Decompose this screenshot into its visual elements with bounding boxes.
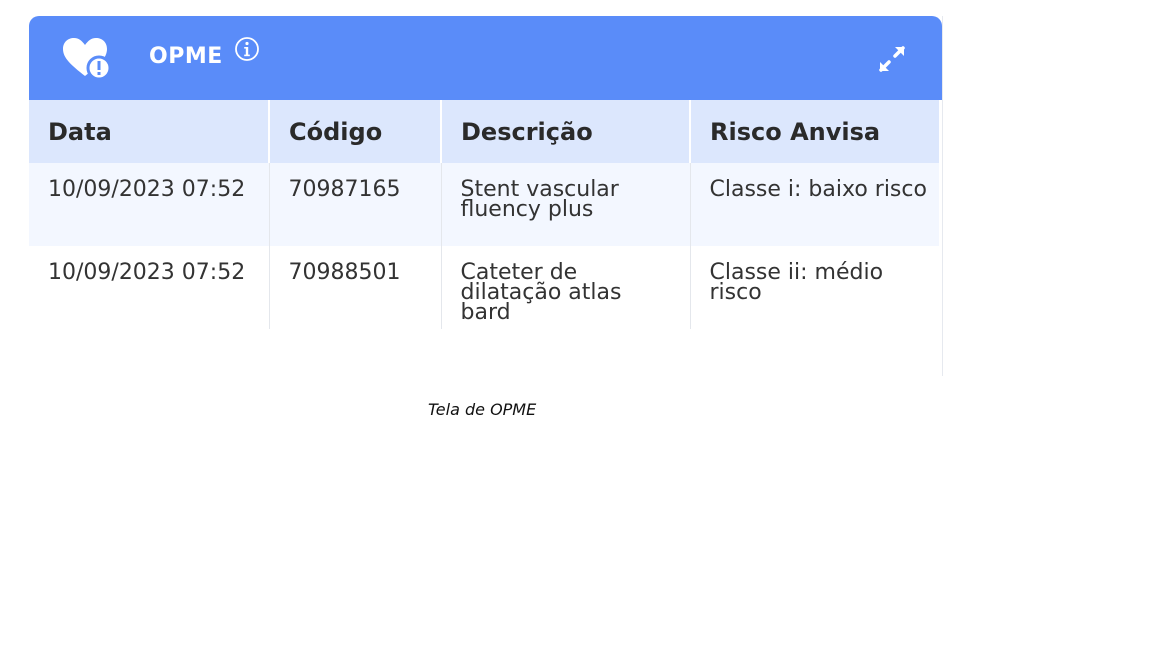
expand-icon[interactable] [875, 42, 909, 76]
table-row[interactable]: 10/09/2023 07:52 70987165 Stent vascular… [29, 163, 939, 246]
opme-table: Data Código Descrição Risco Anvisa 10/09… [29, 100, 939, 329]
column-header-risco-anvisa[interactable]: Risco Anvisa [690, 100, 939, 163]
column-header-descricao[interactable]: Descrição [441, 100, 691, 163]
cell-codigo: 70988501 [269, 246, 442, 329]
cell-descricao: Cateter de dilatação atlas bard [441, 246, 691, 329]
cell-risco: Classe ii: médio risco [690, 246, 939, 329]
cell-data: 10/09/2023 07:52 [29, 246, 270, 329]
widget-header: OPME [29, 16, 942, 100]
column-header-codigo[interactable]: Código [269, 100, 442, 163]
opme-widget: OPME Data Código Descrição Risco Anvisa … [29, 16, 943, 376]
cell-codigo: 70987165 [269, 163, 442, 246]
cell-risco: Classe i: baixo risco [690, 163, 939, 246]
figure-caption: Tela de OPME [428, 400, 537, 419]
cell-data: 10/09/2023 07:52 [29, 163, 270, 246]
heart-alert-icon [63, 38, 112, 80]
widget-title: OPME [149, 44, 223, 69]
cell-descricao: Stent vascular fluency plus [441, 163, 691, 246]
table-header-row: Data Código Descrição Risco Anvisa [29, 100, 939, 163]
column-header-data[interactable]: Data [29, 100, 270, 163]
info-icon[interactable] [234, 36, 260, 62]
table-row[interactable]: 10/09/2023 07:52 70988501 Cateter de dil… [29, 246, 939, 329]
